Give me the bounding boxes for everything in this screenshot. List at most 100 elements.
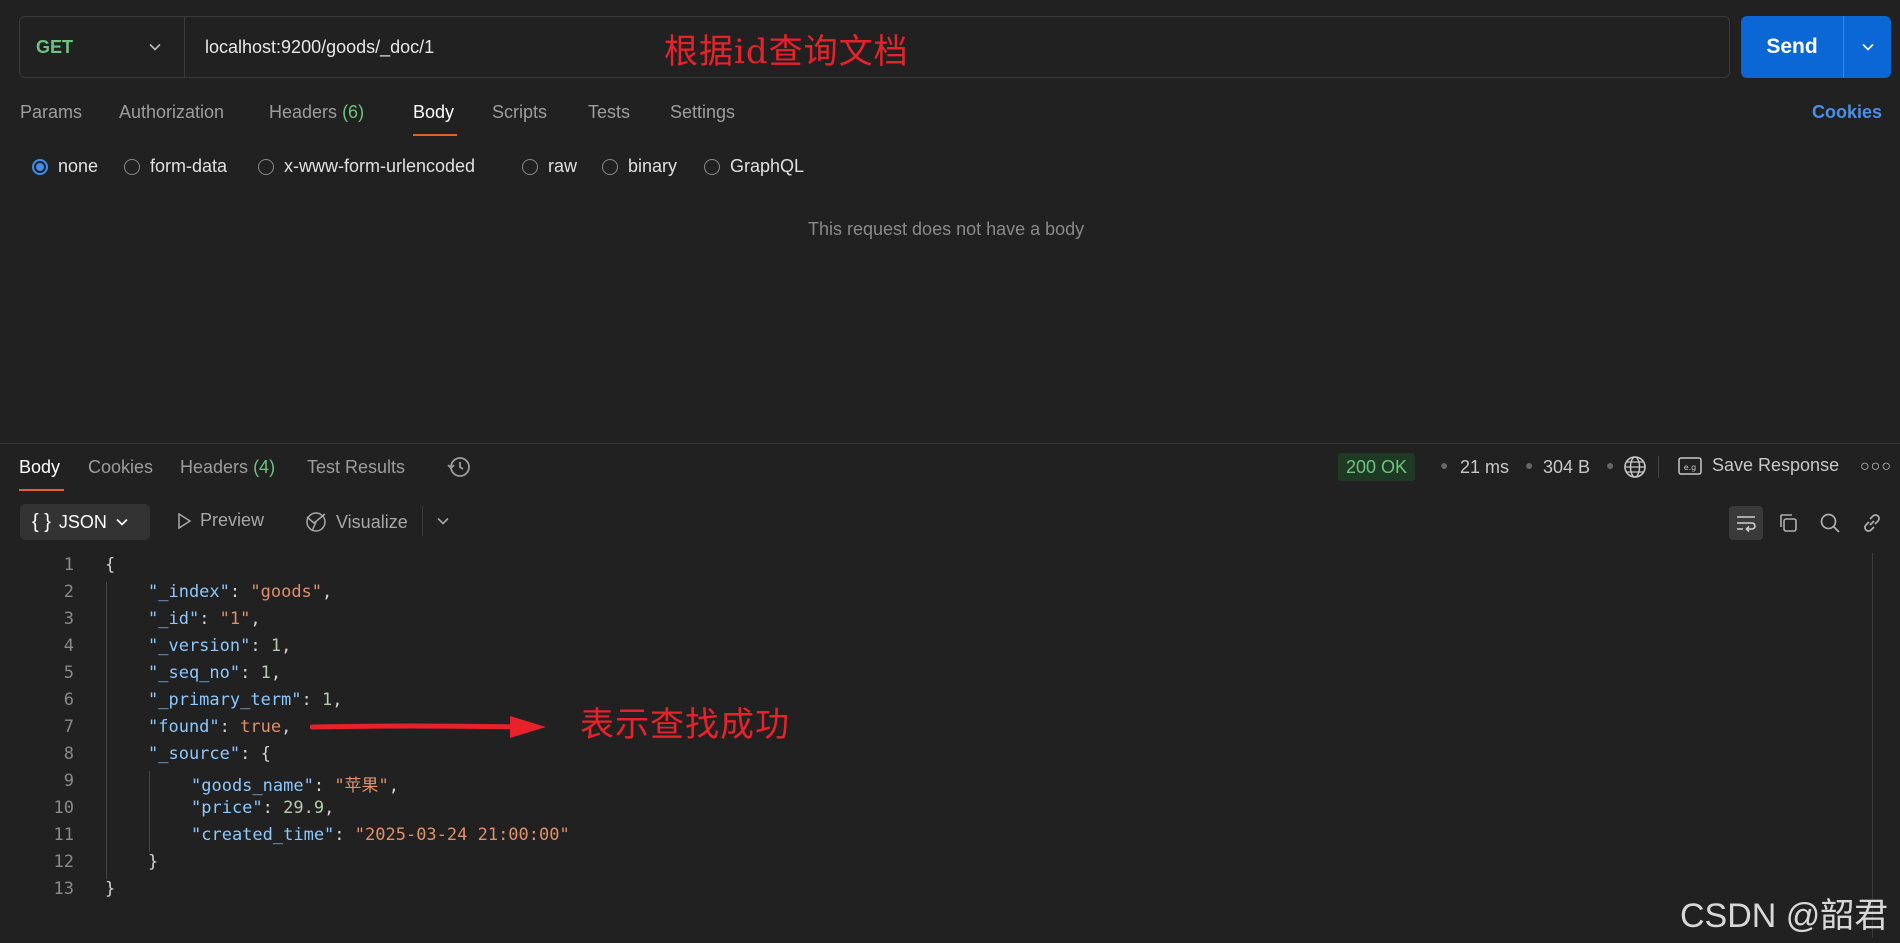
tab-tests[interactable]: Tests bbox=[588, 102, 630, 123]
send-button[interactable]: Send bbox=[1741, 35, 1843, 59]
code-line: "_primary_term": 1, bbox=[148, 690, 343, 710]
tab-authorization[interactable]: Authorization bbox=[119, 102, 224, 123]
tab-params[interactable]: Params bbox=[20, 102, 82, 123]
code-line: "_seq_no": 1, bbox=[148, 663, 282, 683]
code-line: "_index": "goods", bbox=[148, 582, 333, 602]
wrap-lines-icon[interactable] bbox=[1729, 506, 1763, 540]
history-icon[interactable] bbox=[446, 454, 472, 485]
tab-body[interactable]: Body bbox=[413, 102, 454, 123]
chevron-down-icon bbox=[116, 518, 128, 526]
radio-icon bbox=[124, 158, 140, 175]
code-line: "_version": 1, bbox=[148, 636, 292, 656]
line-number: 2 bbox=[63, 582, 74, 602]
separator bbox=[422, 506, 423, 536]
format-select[interactable]: { } JSON bbox=[20, 504, 150, 540]
code-line: "price": 29.9, bbox=[191, 798, 335, 818]
line-number: 1 bbox=[63, 555, 74, 575]
radio-icon bbox=[602, 158, 618, 175]
tab-scripts[interactable]: Scripts bbox=[492, 102, 547, 123]
response-tab-cookies[interactable]: Cookies bbox=[88, 457, 153, 478]
code-line: "goods_name": "苹果", bbox=[191, 776, 400, 796]
scrollbar-track[interactable] bbox=[1872, 553, 1873, 938]
line-number: 8 bbox=[63, 744, 74, 764]
separator-dot: ● bbox=[1606, 457, 1615, 473]
request-annotation: 根据id查询文档 bbox=[664, 32, 909, 72]
send-options-button[interactable] bbox=[1843, 16, 1891, 78]
visualize-button[interactable]: Visualize bbox=[304, 510, 408, 534]
body-type-none[interactable]: none bbox=[32, 156, 98, 177]
preview-button[interactable]: Preview bbox=[176, 510, 264, 531]
radio-label: none bbox=[58, 156, 99, 176]
separator-dot: ● bbox=[1525, 457, 1534, 473]
preview-label: Preview bbox=[200, 510, 265, 530]
globe-icon[interactable] bbox=[1623, 455, 1647, 484]
visualize-icon bbox=[306, 512, 326, 532]
line-number: 9 bbox=[63, 771, 74, 791]
indent-guide bbox=[149, 771, 150, 852]
save-example-icon: e.g bbox=[1678, 456, 1702, 475]
radio-icon bbox=[704, 158, 720, 175]
copy-icon[interactable] bbox=[1771, 506, 1805, 540]
url-input[interactable]: localhost:9200/goods/_doc/1 bbox=[185, 37, 434, 58]
code-line: } bbox=[105, 879, 116, 899]
code-line: } bbox=[148, 852, 159, 872]
separator bbox=[1658, 456, 1659, 478]
search-icon[interactable] bbox=[1813, 506, 1847, 540]
response-time[interactable]: 21 ms bbox=[1460, 457, 1509, 478]
response-tab-headers-label: Headers bbox=[180, 457, 249, 477]
code-line: "created_time": "2025-03-24 21:00:00" bbox=[191, 825, 570, 845]
chevron-down-icon bbox=[1861, 43, 1874, 51]
play-icon bbox=[178, 512, 192, 529]
response-size[interactable]: 304 B bbox=[1543, 457, 1590, 478]
body-type-form-data[interactable]: form-data bbox=[124, 156, 227, 177]
radio-selected-icon bbox=[32, 158, 48, 175]
watermark: CSDN @韶君 bbox=[1680, 897, 1889, 935]
line-number: 11 bbox=[53, 825, 74, 845]
save-response-label: Save Response bbox=[1712, 455, 1840, 475]
status-badge[interactable]: 200 OK bbox=[1338, 453, 1416, 481]
body-type-raw[interactable]: raw bbox=[522, 156, 577, 177]
cookies-link[interactable]: Cookies bbox=[1812, 102, 1882, 123]
response-headers-count: (4) bbox=[253, 457, 276, 477]
body-type-binary[interactable]: binary bbox=[602, 156, 677, 177]
body-type-urlencoded[interactable]: x-www-form-urlencoded bbox=[258, 156, 475, 177]
empty-body-message: This request does not have a body bbox=[808, 219, 1085, 239]
visualize-label: Visualize bbox=[336, 511, 408, 532]
code-line: "_source": { bbox=[148, 744, 271, 764]
radio-icon bbox=[522, 158, 538, 175]
line-number: 7 bbox=[63, 717, 74, 737]
more-options-icon[interactable]: ○○○ bbox=[1860, 458, 1892, 476]
line-number: 4 bbox=[63, 636, 74, 656]
active-tab-indicator bbox=[413, 134, 457, 136]
radio-label: form-data bbox=[150, 156, 228, 176]
link-icon[interactable] bbox=[1855, 506, 1889, 540]
line-number: 3 bbox=[63, 609, 74, 629]
chevron-down-icon bbox=[149, 43, 161, 51]
tab-headers-label: Headers bbox=[269, 102, 338, 122]
indent-guide bbox=[106, 582, 107, 879]
save-response-button[interactable]: e.g Save Response bbox=[1678, 455, 1839, 476]
braces-icon: { } bbox=[32, 510, 51, 533]
response-annotation: 表示查找成功 bbox=[580, 705, 790, 745]
line-number: 5 bbox=[63, 663, 74, 683]
separator-dot: ● bbox=[1440, 457, 1449, 473]
method-select[interactable]: GET bbox=[20, 17, 185, 77]
pane-divider[interactable] bbox=[0, 443, 1900, 444]
body-type-graphql[interactable]: GraphQL bbox=[704, 156, 804, 177]
code-line: { bbox=[105, 555, 116, 575]
active-tab-indicator bbox=[19, 489, 64, 491]
radio-label: x-www-form-urlencoded bbox=[284, 156, 476, 176]
response-tab-body[interactable]: Body bbox=[19, 457, 60, 478]
response-tab-test-results[interactable]: Test Results bbox=[307, 457, 405, 478]
radio-icon bbox=[258, 158, 274, 175]
radio-label: raw bbox=[548, 156, 578, 176]
visualize-options-icon[interactable] bbox=[436, 514, 450, 533]
headers-count: (6) bbox=[342, 102, 365, 122]
line-number: 13 bbox=[53, 879, 74, 899]
annotation-arrow bbox=[310, 716, 546, 738]
response-tab-headers[interactable]: Headers (4) bbox=[180, 457, 275, 478]
tab-headers[interactable]: Headers (6) bbox=[269, 102, 364, 123]
code-line: "_id": "1", bbox=[148, 609, 261, 629]
format-label: JSON bbox=[58, 511, 107, 532]
tab-settings[interactable]: Settings bbox=[670, 102, 735, 123]
